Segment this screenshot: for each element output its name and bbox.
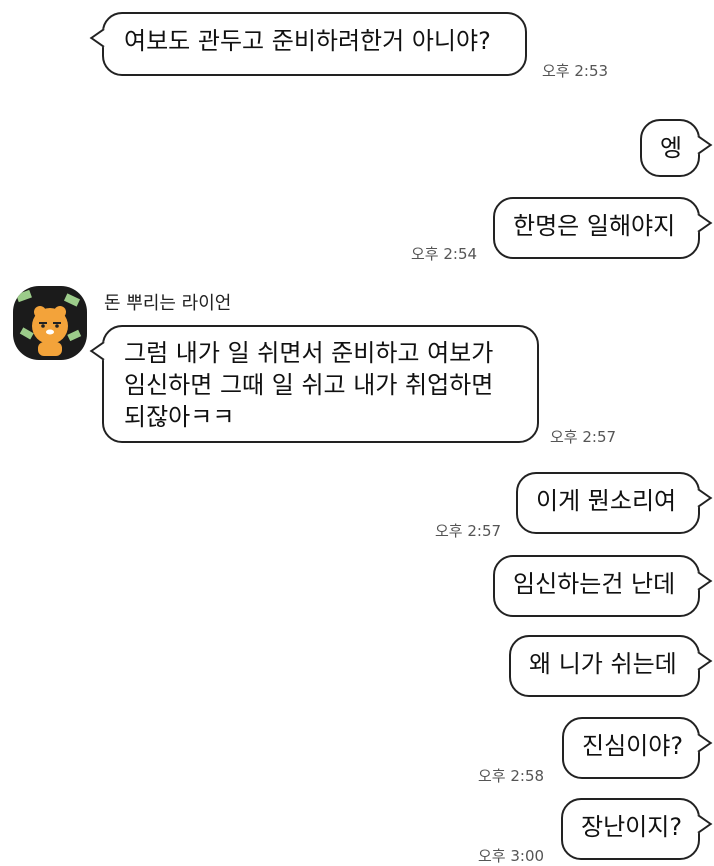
sender-name[interactable]: 돈 뿌리는 라이언 xyxy=(104,289,231,315)
sender-avatar[interactable] xyxy=(13,286,87,360)
message-bubble[interactable]: 장난이지? xyxy=(561,798,700,860)
message-text: 여보도 관두고 준비하려한거 아니야? xyxy=(124,27,491,55)
message-time: 오후 3:00 xyxy=(478,847,545,865)
message-bubble[interactable]: 한명은 일해야지 xyxy=(493,197,700,259)
message-text: 한명은 일해야지 xyxy=(513,212,676,240)
message-text: 왜 니가 쉬는데 xyxy=(529,650,677,678)
message-bubble[interactable]: 진심이야? xyxy=(562,717,700,779)
message-bubble[interactable]: 여보도 관두고 준비하려한거 아니야? xyxy=(102,12,527,76)
message-bubble[interactable]: 엥 xyxy=(640,119,700,177)
message-time: 오후 2:54 xyxy=(411,245,478,263)
message-line: 임신하면 그때 일 쉬고 내가 취업하면 xyxy=(124,371,494,399)
message-bubble[interactable]: 왜 니가 쉬는데 xyxy=(509,635,700,697)
message-bubble[interactable]: 그럼 내가 일 쉬면서 준비하고 여보가 임신하면 그때 일 쉬고 내가 취업하… xyxy=(102,325,539,443)
message-bubble[interactable]: 임신하는건 난데 xyxy=(493,555,700,617)
message-time: 오후 2:57 xyxy=(550,428,617,446)
message-time: 오후 2:57 xyxy=(435,522,502,540)
message-line: 되잖아ㅋㅋ xyxy=(124,403,235,431)
message-text: 진심이야? xyxy=(582,732,684,760)
chat-area: 여보도 관두고 준비하려한거 아니야? 오후 2:53 엥 한명은 일해야지 오… xyxy=(0,0,714,866)
message-text: 장난이지? xyxy=(581,813,683,841)
ryan-character-icon xyxy=(16,289,82,356)
message-text: 엥 xyxy=(660,134,683,162)
message-bubble[interactable]: 이게 뭔소리여 xyxy=(516,472,700,534)
message-time: 오후 2:53 xyxy=(542,62,609,80)
message-line: 그럼 내가 일 쉬면서 준비하고 여보가 xyxy=(124,339,494,367)
message-text: 임신하는건 난데 xyxy=(513,570,676,598)
message-time: 오후 2:58 xyxy=(478,767,545,785)
message-text: 이게 뭔소리여 xyxy=(536,487,677,515)
